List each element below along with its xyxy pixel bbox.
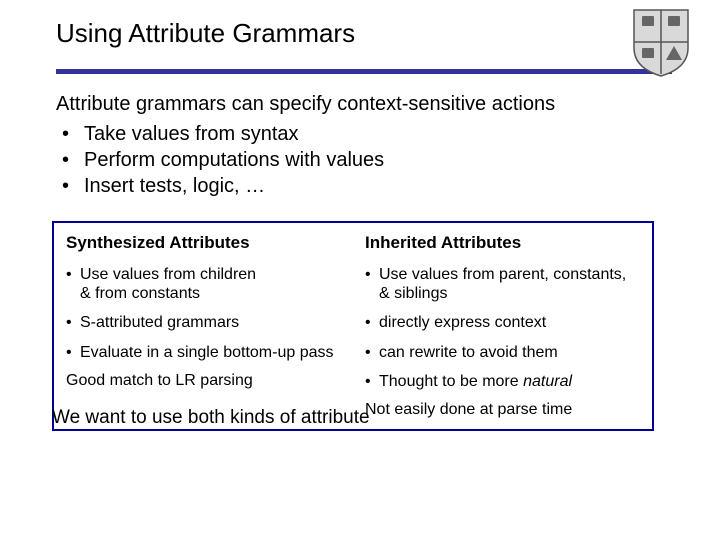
intro-bullet: Perform computations with values — [56, 147, 672, 173]
inherited-heading: Inherited Attributes — [365, 233, 640, 253]
item-tail: & from constants — [80, 284, 341, 303]
item-ital: natural — [523, 373, 572, 390]
inherited-list: Use values from parent, constants, & sib… — [365, 265, 640, 391]
overlay-text: We want to use both kinds of attribute — [52, 408, 370, 428]
list-item: directly express context — [365, 313, 640, 332]
synthesized-footer: Good match to LR parsing — [66, 372, 341, 390]
list-item: can rewrite to avoid them — [365, 343, 640, 362]
inherited-footer: Not easily done at parse time — [365, 401, 640, 419]
item-text: Use values from children — [80, 266, 256, 283]
title-rule — [56, 69, 672, 74]
slide-title: Using Attribute Grammars — [56, 18, 672, 55]
intro-bullet: Insert tests, logic, … — [56, 173, 672, 199]
list-item: S-attributed grammars — [66, 313, 341, 332]
intro-bullets: Take values from syntax Perform computat… — [56, 121, 672, 199]
synthesized-list: Use values from children & from constant… — [66, 265, 341, 362]
attribute-box: Synthesized Attributes Use values from c… — [52, 221, 654, 431]
crest-logo — [630, 8, 692, 78]
synthesized-column: Synthesized Attributes Use values from c… — [54, 223, 353, 390]
item-text: Thought to be more — [379, 373, 523, 390]
list-item: Use values from parent, constants, & sib… — [365, 265, 640, 303]
synthesized-heading: Synthesized Attributes — [66, 233, 341, 253]
inherited-column: Inherited Attributes Use values from par… — [353, 223, 652, 419]
list-item: Thought to be more natural — [365, 372, 640, 391]
intro-text: Attribute grammars can specify context-s… — [56, 92, 672, 117]
intro-bullet: Take values from syntax — [56, 121, 672, 147]
slide: Using Attribute Grammars Attribute gramm… — [0, 0, 720, 540]
list-item: Evaluate in a single bottom-up pass — [66, 343, 341, 362]
list-item: Use values from children & from constant… — [66, 265, 341, 303]
